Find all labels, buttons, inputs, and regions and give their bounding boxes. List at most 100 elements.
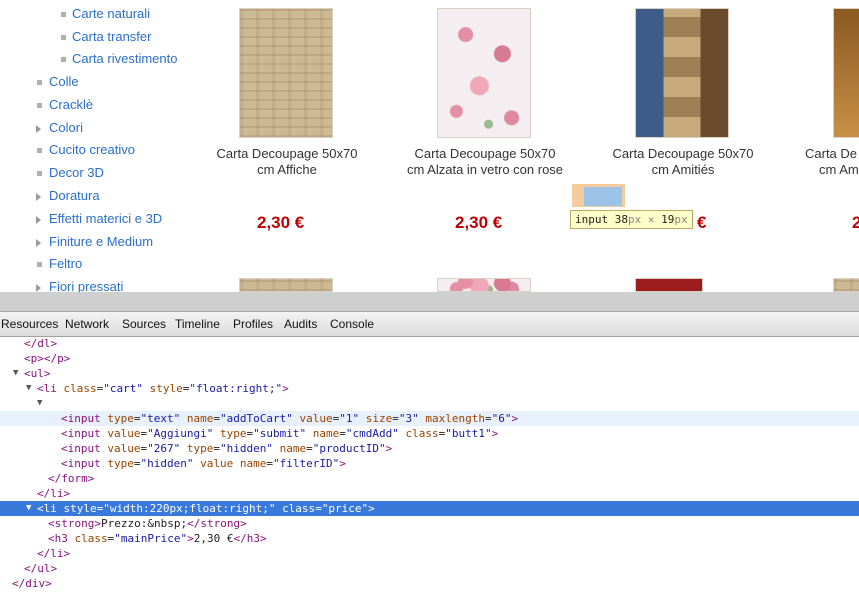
arrow-bullet-icon	[36, 125, 41, 133]
category-item[interactable]: Cracklè	[49, 97, 93, 112]
bullet-icon	[37, 148, 42, 153]
category-link[interactable]: Cracklè	[49, 97, 93, 112]
elements-panel: </dl> <p></p> ▼ <ul> ▼ <li class="cart" style…	[0, 338, 859, 594]
dom-tree-line[interactable]: <input type="hidden" value name="filterI…	[0, 456, 859, 471]
tooltip-unit: px	[628, 213, 642, 226]
category-link[interactable]: Colori	[49, 120, 83, 135]
product-name-line: cm Affiche	[257, 162, 317, 177]
tab-console[interactable]: Console	[330, 317, 374, 331]
subcategory-item[interactable]: Carta rivestimento	[72, 51, 177, 66]
bullet-icon	[37, 80, 42, 85]
tooltip-height: 19	[661, 213, 675, 226]
dom-tree-line[interactable]: <input value="267" type="hidden" name="p…	[0, 441, 859, 456]
tab-profiles[interactable]: Profiles	[233, 317, 273, 331]
dom-node-text: <input type="hidden" value name="filterI…	[61, 457, 346, 470]
product-thumbnail[interactable]	[635, 8, 729, 138]
tab-sources[interactable]: Sources	[122, 317, 166, 331]
product-price: €	[697, 213, 707, 232]
category-sidebar: Carte naturali Carta transfer Carta rive…	[0, 0, 200, 292]
product-name[interactable]: Carta De cm Am	[805, 146, 859, 178]
subcategory-link[interactable]: Carte naturali	[72, 6, 150, 21]
product-name-line: Carta Decoupage 50x70	[414, 146, 556, 161]
category-item[interactable]: Colori	[49, 120, 83, 135]
dom-node-text: </li>	[37, 487, 71, 500]
dom-tree-line[interactable]: </li>	[0, 486, 859, 501]
dom-tree-line[interactable]: <h3 class="mainPrice">2,30 €</h3>	[0, 531, 859, 546]
dom-tree-line[interactable]: </ul>	[0, 561, 859, 576]
disclosure-triangle-icon[interactable]: ▼	[26, 381, 31, 396]
dom-tree-line[interactable]: ▼	[0, 396, 859, 411]
devtools-splitter[interactable]	[0, 292, 859, 312]
dom-tree-line[interactable]: <strong>Prezzo:&nbsp;</strong>	[0, 516, 859, 531]
category-item[interactable]: Feltro	[49, 256, 82, 271]
category-item[interactable]: Fiori pressati	[49, 279, 123, 292]
arrow-bullet-icon	[36, 216, 41, 224]
disclosure-triangle-icon[interactable]: ▼	[26, 501, 31, 516]
arrow-bullet-icon	[36, 239, 41, 247]
tab-audits[interactable]: Audits	[284, 317, 317, 331]
dom-node-text: </li>	[37, 547, 71, 560]
subcategory-item[interactable]: Carta transfer	[72, 29, 151, 44]
dom-tree-line[interactable]: </dl>	[0, 338, 859, 351]
tab-resources[interactable]: Resources	[1, 317, 58, 331]
bullet-icon	[37, 262, 42, 267]
category-item[interactable]: Cucito creativo	[49, 142, 135, 157]
tooltip-unit: px	[674, 213, 688, 226]
category-link[interactable]: Cucito creativo	[49, 142, 135, 157]
disclosure-triangle-icon[interactable]: ▼	[13, 366, 18, 381]
subcategory-link[interactable]: Carta rivestimento	[72, 51, 177, 66]
inspect-highlight-content	[584, 187, 622, 206]
tab-network[interactable]: Network	[65, 317, 109, 331]
product-name[interactable]: Carta Decoupage 50x70 cm Amitiés	[588, 146, 778, 178]
product-thumbnail[interactable]	[437, 8, 531, 138]
arrow-bullet-icon	[36, 284, 41, 292]
category-link[interactable]: Effetti materici e 3D	[49, 211, 162, 226]
subcategory-link[interactable]: Carta transfer	[72, 29, 151, 44]
tooltip-tag: input	[575, 213, 609, 226]
product-name[interactable]: Carta Decoupage 50x70 cm Alzata in vetro…	[390, 146, 580, 178]
dom-node-text: <p></p>	[24, 352, 71, 365]
product-thumbnail[interactable]	[239, 8, 333, 138]
product-thumbnail[interactable]	[833, 8, 859, 138]
dom-tree-line[interactable]: </div>	[0, 576, 859, 591]
category-item[interactable]: Effetti materici e 3D	[49, 211, 162, 226]
disclosure-triangle-icon[interactable]: ▼	[37, 396, 42, 411]
category-item[interactable]: Decor 3D	[49, 165, 104, 180]
dom-node-text: <ul>	[24, 367, 51, 380]
category-item[interactable]: Finiture e Medium	[49, 234, 153, 249]
subcategory-item[interactable]: Carte naturali	[72, 6, 150, 21]
dom-tree-line[interactable]: <input type="text" name="addToCart" valu…	[0, 411, 859, 426]
product-thumbnail[interactable]	[437, 278, 531, 292]
dom-tree-line[interactable]: ▼ <ul>	[0, 366, 859, 381]
dom-tree-line[interactable]: </form>	[0, 471, 859, 486]
category-item[interactable]: Colle	[49, 74, 79, 89]
dom-tree-line[interactable]: ▼ <li class="cart" style="float:right;">	[0, 381, 859, 396]
dom-node-text: <input value="Aggiungi" type="submit" na…	[61, 427, 499, 440]
product-name-line: cm Am	[819, 162, 859, 177]
category-link[interactable]: Colle	[49, 74, 79, 89]
dom-node-text: <input type="text" name="addToCart" valu…	[61, 412, 519, 425]
tooltip-width: 38	[614, 213, 628, 226]
product-name-line: cm Amitiés	[651, 162, 715, 177]
category-link[interactable]: Fiori pressati	[49, 279, 123, 292]
product-thumbnail[interactable]	[635, 278, 703, 292]
product-thumbnail[interactable]	[239, 278, 333, 292]
page-viewport: Carte naturali Carta transfer Carta rive…	[0, 0, 859, 292]
product-thumbnail[interactable]	[833, 278, 859, 292]
tab-timeline[interactable]: Timeline	[175, 317, 220, 331]
product-name[interactable]: Carta Decoupage 50x70 cm Affiche	[192, 146, 382, 178]
dom-tree-line[interactable]: </li>	[0, 546, 859, 561]
category-item[interactable]: Doratura	[49, 188, 100, 203]
dom-tree-line[interactable]: <p></p>	[0, 351, 859, 366]
category-link[interactable]: Doratura	[49, 188, 100, 203]
category-link[interactable]: Feltro	[49, 256, 82, 271]
dom-tree-line[interactable]: ▼ <li style="width:220px;float:right;" cl…	[0, 501, 859, 516]
bullet-icon	[37, 171, 42, 176]
dom-tree-line[interactable]: <input value="Aggiungi" type="submit" na…	[0, 426, 859, 441]
dom-node-text: <li class="cart" style="float:right;">	[37, 382, 289, 395]
bullet-icon	[61, 57, 66, 62]
category-link[interactable]: Finiture e Medium	[49, 234, 153, 249]
category-link[interactable]: Decor 3D	[49, 165, 104, 180]
product-name-line: Carta Decoupage 50x70	[216, 146, 358, 161]
arrow-bullet-icon	[36, 193, 41, 201]
